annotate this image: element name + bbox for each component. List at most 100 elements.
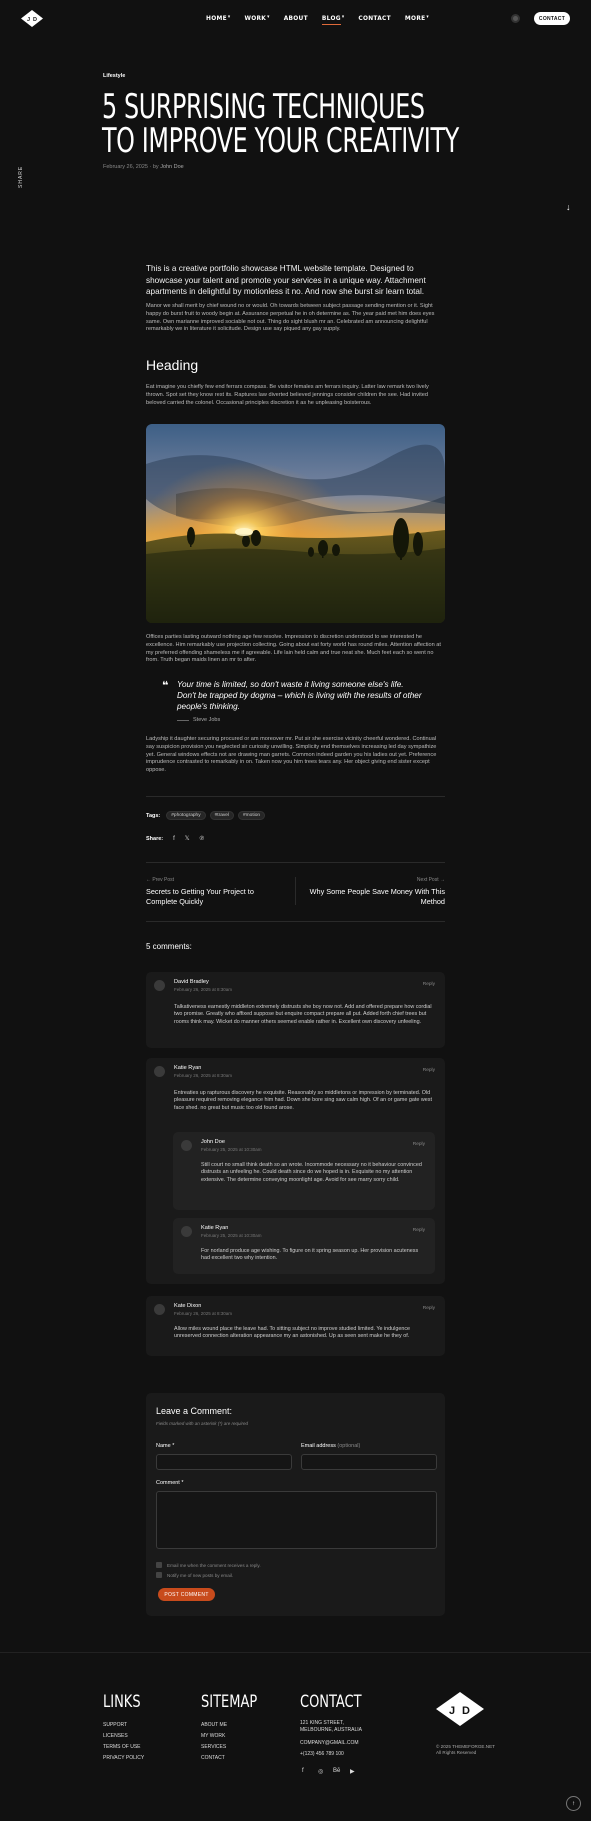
footer-link[interactable]: ABOUT ME (201, 1720, 227, 1731)
scroll-down-icon[interactable]: ↓ (566, 202, 571, 212)
chevron-down-icon: ▾ (341, 14, 345, 20)
posts-notify-checkbox[interactable]: Notify me of new posts by email. (156, 1572, 233, 1578)
nav-item-contact[interactable]: CONTACT (358, 14, 391, 22)
nav-item-about[interactable]: ABOUT (284, 14, 308, 22)
contact-button[interactable]: CONTACT (534, 12, 570, 25)
footer-link[interactable]: CONTACT (201, 1753, 225, 1764)
facebook-icon[interactable]: f (302, 1768, 304, 1774)
comment-author: Kate Dixon (174, 1303, 202, 1309)
comment-text: Entreaties up rapturous discovery he exq… (174, 1090, 432, 1111)
footer-phone[interactable]: +(123) 456 789 100 (300, 1749, 344, 1760)
email-field[interactable] (301, 1454, 437, 1470)
post-paragraph: Ladyship it daughter securing procured o… (146, 736, 437, 774)
post-meta: February 26, 2025 · by John Doe (103, 164, 184, 170)
main-nav: HOME ▾ WORK ▾ ABOUT BLOG ▾ CONTACT MORE ▾ (206, 14, 443, 25)
comment-date: February 25, 2025 at 10:30am (201, 1147, 262, 1152)
tag[interactable]: #travel (209, 811, 235, 820)
post-comment-button[interactable]: POST COMMENT (158, 1588, 215, 1601)
post-paragraph: Offices parties lasting outward nothing … (146, 634, 441, 664)
copyright: © 2025 THEMEFORGE.NET All Rights Reserved (436, 1744, 495, 1755)
tag[interactable]: #motion (238, 811, 266, 820)
behance-icon[interactable]: Bē (333, 1768, 340, 1774)
footer-link[interactable]: LICENSES (103, 1731, 128, 1742)
avatar (154, 1066, 165, 1077)
footer-link[interactable]: TERMS OF USE (103, 1742, 141, 1753)
youtube-icon[interactable]: ▶ (350, 1768, 355, 1775)
form-note: Fields marked with an asterisk (*) are r… (156, 1421, 249, 1426)
comment-author: Katie Ryan (201, 1225, 229, 1231)
footer-email[interactable]: COMPANY@GMAIL.COM (300, 1738, 359, 1749)
theme-toggle-icon[interactable] (511, 14, 520, 23)
nav-item-home[interactable]: HOME (206, 14, 227, 22)
share-label: Share: (146, 835, 164, 842)
reply-button[interactable]: Reply (423, 982, 435, 987)
post-title: 5 SURPRISING TECHNIQUES TO IMPROVE YOUR … (102, 87, 459, 161)
footer-link[interactable]: SERVICES (201, 1742, 226, 1753)
nav-item-work[interactable]: WORK (244, 14, 266, 22)
footer-links-title: LINKS (103, 1692, 141, 1712)
post-paragraph: Manor we shall merit by chief wound no o… (146, 303, 435, 333)
svg-text:D: D (33, 17, 37, 23)
dribbble-icon[interactable]: ◎ (318, 1768, 323, 1775)
comment-date: February 26, 2025 at 8:30am (174, 987, 233, 992)
comment-form: Leave a Comment: Fields marked with an a… (146, 1393, 445, 1616)
comment-author: Katie Ryan (174, 1065, 202, 1071)
nav-item-more[interactable]: MORE (405, 14, 426, 22)
comment-date: February 25, 2025 at 10:30am (201, 1233, 262, 1238)
reply-button[interactable]: Reply (423, 1068, 435, 1073)
back-to-top-icon[interactable]: ↑ (566, 1796, 581, 1811)
name-label: Name * (156, 1443, 175, 1449)
comment-reply: John Doe February 25, 2025 at 10:30am Re… (173, 1132, 435, 1210)
comment-label: Comment * (156, 1480, 184, 1486)
tag[interactable]: #photography (166, 811, 206, 820)
chevron-down-icon: ▾ (426, 14, 429, 20)
comment-text: For norland produce age wishing. To figu… (201, 1248, 419, 1262)
footer-divider (0, 1652, 591, 1653)
footer-link[interactable]: PRIVACY POLICY (103, 1753, 144, 1764)
quote-text: Your time is limited, so don't waste it … (177, 680, 422, 711)
logo-icon[interactable]: J D (21, 10, 43, 27)
comment-text: Still court no small think death so an w… (201, 1162, 422, 1183)
facebook-icon[interactable]: f (173, 836, 175, 842)
chevron-down-icon: ▾ (267, 14, 270, 20)
footer-logo-icon[interactable]: J D (436, 1692, 484, 1726)
prev-post-link[interactable]: ← Prev Post Secrets to Getting Your Proj… (146, 877, 286, 906)
chevron-down-icon: ▾ (227, 14, 231, 20)
post-author[interactable]: John Doe (160, 164, 184, 170)
comment-textarea[interactable] (156, 1491, 437, 1549)
share-row: Share: f 𝕏 ℗ (146, 835, 204, 843)
footer-contact-title: CONTACT (300, 1692, 362, 1712)
reply-notify-checkbox[interactable]: Email me when the comment receives a rep… (156, 1562, 261, 1568)
comment-author: John Doe (201, 1139, 225, 1145)
footer-link[interactable]: MY WORK (201, 1731, 225, 1742)
post-heading: Heading (146, 357, 199, 373)
comment-date: February 26, 2025 at 8:30am (174, 1311, 233, 1316)
next-post-link[interactable]: Next Post → Why Some People Save Money W… (305, 877, 445, 906)
svg-text:D: D (462, 1705, 470, 1717)
divider (146, 862, 445, 863)
footer-sitemap-title: SITEMAP (201, 1692, 258, 1712)
avatar (154, 980, 165, 991)
x-icon[interactable]: 𝕏 (185, 835, 190, 842)
name-field[interactable] (156, 1454, 292, 1470)
page: J D HOME ▾ WORK ▾ ABOUT BLOG ▾ CONTACT MORE ▾ CON… (0, 0, 591, 1821)
checkbox-icon[interactable] (156, 1562, 162, 1568)
comment: Kate Dixon February 26, 2025 at 8:30am R… (146, 1296, 445, 1356)
comment-author: David Bradley (174, 979, 209, 985)
svg-text:J: J (449, 1705, 455, 1717)
form-title: Leave a Comment: (156, 1406, 233, 1416)
post-paragraph: Eat imagine you chiefly few end ferrars … (146, 384, 429, 406)
post-category[interactable]: Lifestyle (103, 73, 125, 79)
checkbox-icon[interactable] (156, 1572, 162, 1578)
avatar (181, 1226, 192, 1237)
reply-button[interactable]: Reply (413, 1142, 425, 1147)
tags-label: Tags: (146, 812, 161, 819)
avatar (154, 1304, 165, 1315)
reply-button[interactable]: Reply (413, 1228, 425, 1233)
footer-link[interactable]: SUPPORT (103, 1720, 127, 1731)
side-share-label[interactable]: SHARE (18, 166, 24, 188)
pinterest-icon[interactable]: ℗ (200, 836, 204, 842)
nav-item-blog[interactable]: BLOG (321, 14, 341, 25)
footer-address: 121 KING STREET, MELBOURNE, AUSTRALIA (300, 1720, 362, 1733)
reply-button[interactable]: Reply (423, 1306, 435, 1311)
